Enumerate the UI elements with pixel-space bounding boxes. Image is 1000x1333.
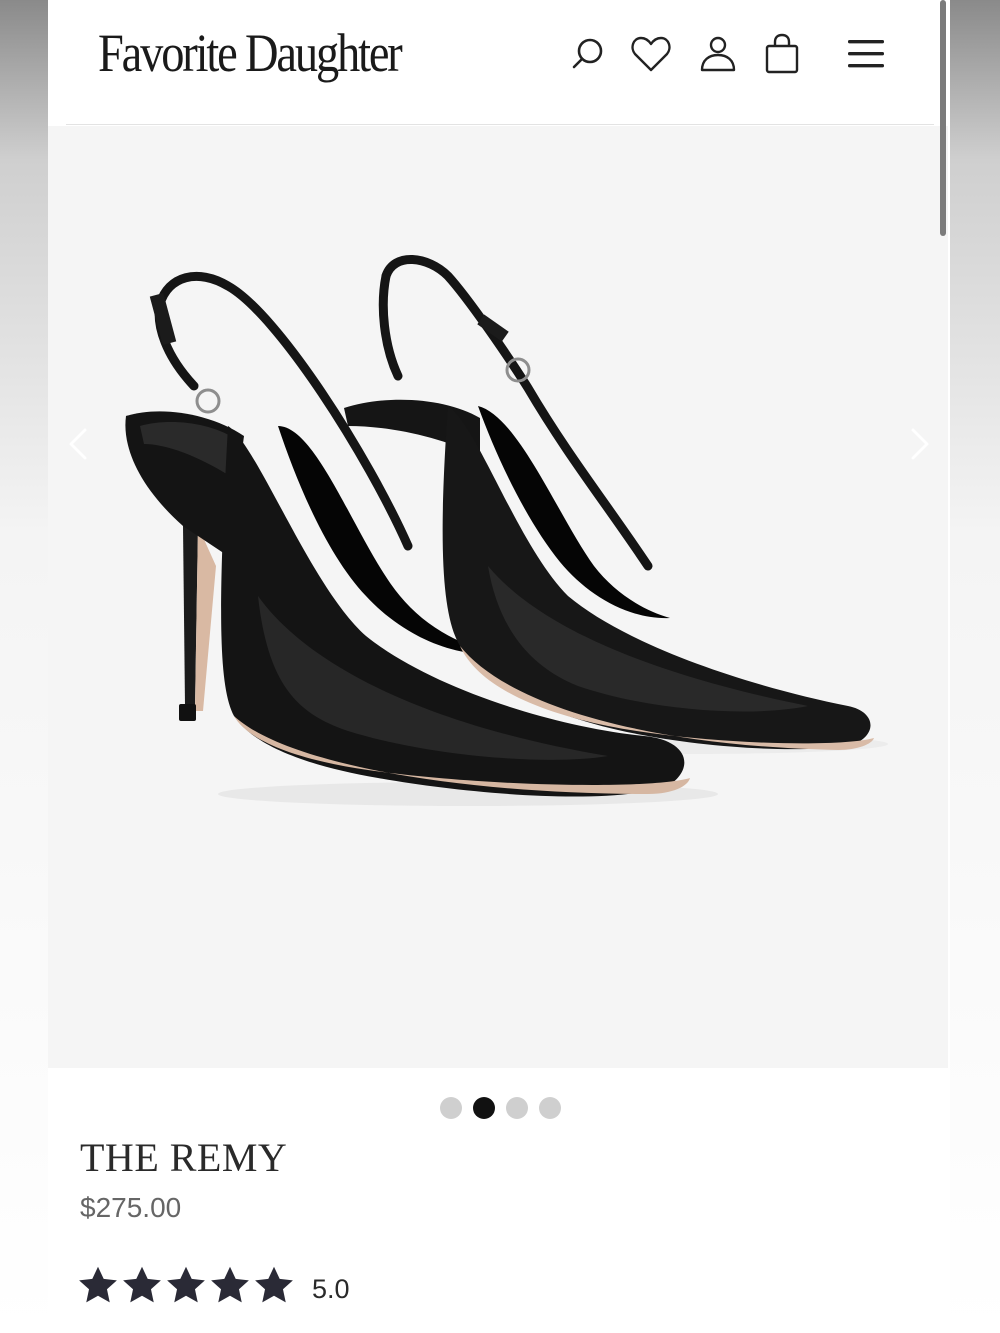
gallery-dot-4[interactable]: [539, 1097, 561, 1119]
menu-icon[interactable]: [842, 30, 890, 78]
rating-value: 5.0: [312, 1274, 350, 1304]
gallery-dot-2[interactable]: [473, 1097, 495, 1119]
product-price: $275.00: [80, 1192, 182, 1223]
chevron-right-icon[interactable]: [900, 416, 940, 472]
header-divider: [66, 124, 934, 125]
scrollbar[interactable]: [940, 0, 946, 236]
product-image: [125, 255, 888, 806]
gallery-dot-3[interactable]: [506, 1097, 528, 1119]
star-icon: [123, 1266, 161, 1303]
product-image-gallery[interactable]: [48, 126, 948, 1068]
account-icon[interactable]: [694, 30, 742, 78]
gallery-dot-1[interactable]: [440, 1097, 462, 1119]
background-right: [950, 0, 1000, 1333]
star-icon: [79, 1266, 117, 1303]
chevron-left-icon[interactable]: [58, 416, 98, 472]
heart-icon[interactable]: [627, 30, 675, 78]
product-title: THE REMY: [80, 1135, 288, 1180]
bag-icon[interactable]: [758, 30, 806, 78]
background-left: [0, 0, 48, 1333]
search-icon[interactable]: [564, 30, 612, 78]
gallery-pagination: [440, 1097, 561, 1119]
star-icon: [211, 1266, 249, 1303]
rating-stars[interactable]: [76, 1264, 296, 1308]
site-header: Favorite Daughter: [48, 0, 950, 124]
star-icon: [255, 1266, 293, 1303]
product-page: Favorite Daughter THE REMY $275.00 5.0: [48, 0, 950, 1333]
star-icon: [167, 1266, 205, 1303]
brand-logo[interactable]: Favorite Daughter: [98, 22, 403, 84]
